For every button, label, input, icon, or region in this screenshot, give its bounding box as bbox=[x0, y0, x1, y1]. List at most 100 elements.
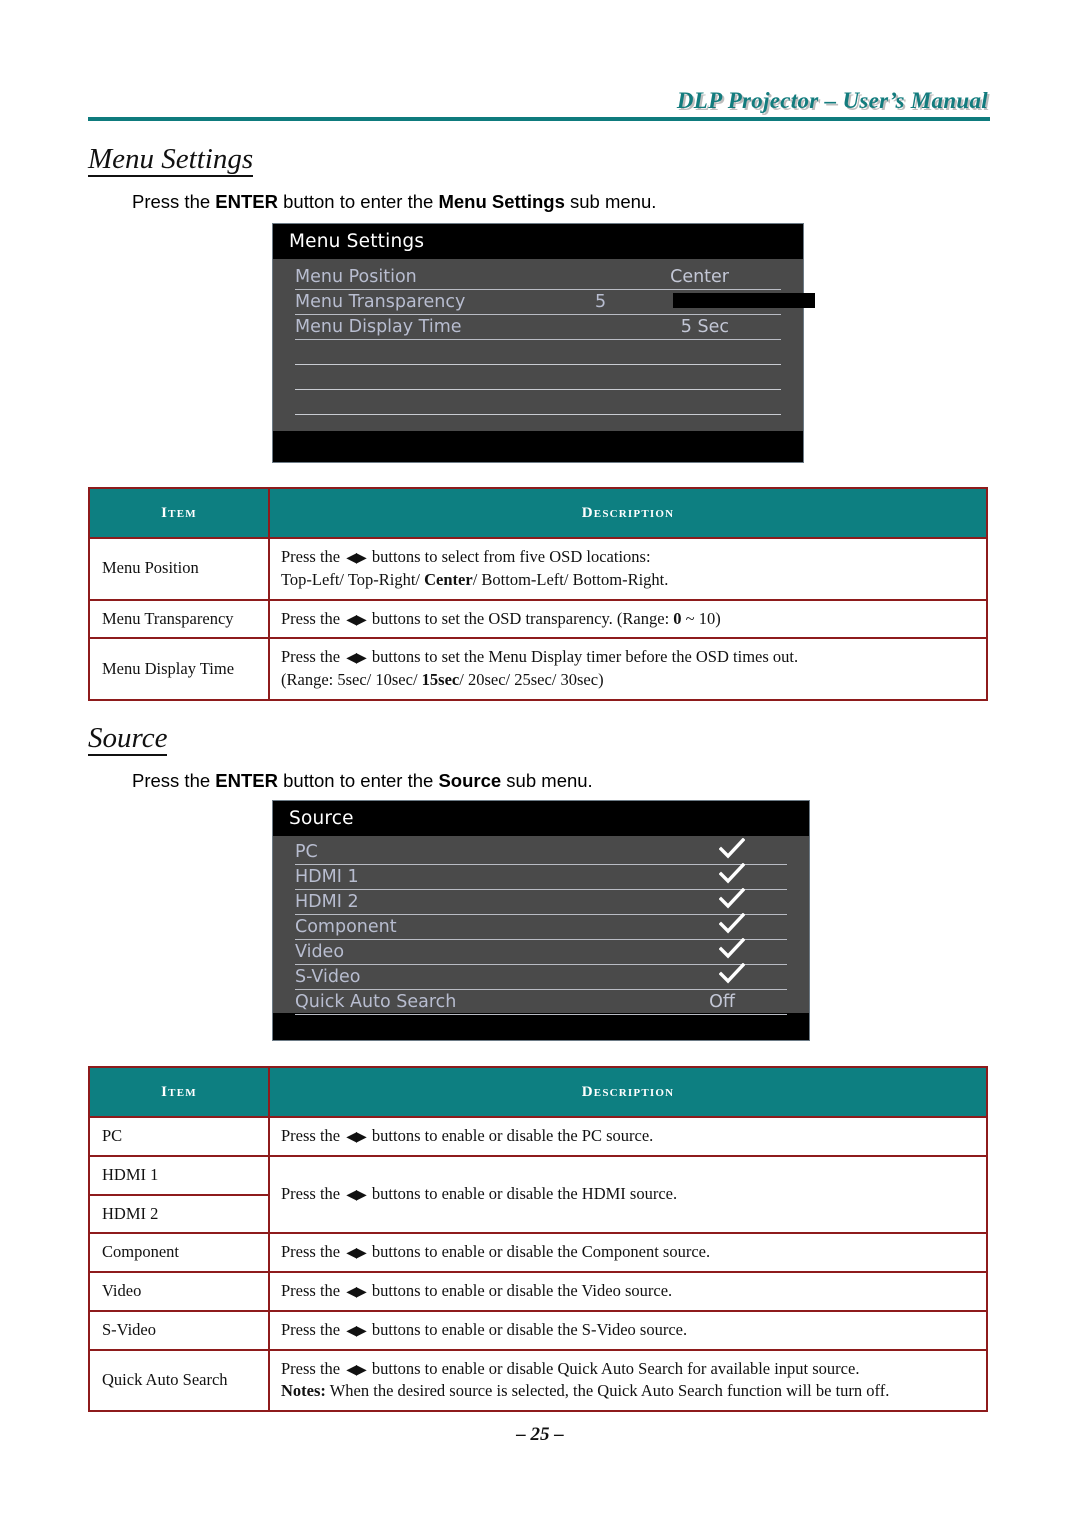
table-cell-item: Menu Position bbox=[88, 537, 270, 601]
table-cell-item: PC bbox=[88, 1116, 270, 1157]
table-cell-description: Press the ◀▶ buttons to set the OSD tran… bbox=[268, 598, 988, 640]
osd-label-menu-display-time: Menu Display Time bbox=[295, 317, 462, 337]
left-right-arrows-icon: ◀▶ bbox=[346, 611, 367, 628]
table-header-item-label: Item bbox=[161, 1083, 197, 1100]
intro-middle: button to enter the bbox=[278, 191, 439, 212]
intro-suffix: sub menu. bbox=[564, 191, 657, 212]
table-header-description: Description bbox=[268, 487, 988, 539]
table-cell-description: Press the ◀▶ buttons to select from five… bbox=[268, 537, 988, 601]
left-right-arrows-icon: ◀▶ bbox=[346, 1245, 367, 1262]
table-cell-item: HDMI 2 bbox=[88, 1193, 270, 1235]
osd-label-s-video: S-Video bbox=[295, 967, 361, 987]
desc-line: Press the ◀▶ buttons to set the OSD tran… bbox=[281, 608, 721, 628]
left-right-arrows-icon: ◀▶ bbox=[346, 650, 367, 667]
table-header-item-label: Item bbox=[161, 504, 197, 521]
check-icon bbox=[719, 863, 745, 885]
osd-row-component[interactable]: Component bbox=[295, 913, 787, 940]
table-cell-item: S-Video bbox=[88, 1309, 270, 1351]
intro-menu-settings: Press the ENTER button to enter the Menu… bbox=[132, 191, 656, 213]
table-row: PC Press the ◀▶ buttons to enable or dis… bbox=[88, 1116, 988, 1157]
table-row: Component Press the ◀▶ buttons to enable… bbox=[88, 1232, 988, 1274]
left-right-arrows-icon: ◀▶ bbox=[346, 1129, 367, 1145]
osd-row-menu-position[interactable]: Menu Position Center bbox=[295, 265, 781, 290]
table-header-description: Description bbox=[268, 1066, 988, 1118]
osd-value-quick-auto-search: Off bbox=[709, 992, 735, 1012]
osd-row-blank-3 bbox=[295, 390, 781, 415]
left-right-arrows-icon: ◀▶ bbox=[346, 1284, 367, 1301]
table-cell-description: Press the ◀▶ buttons to enable or disabl… bbox=[268, 1309, 988, 1351]
intro-key: ENTER bbox=[215, 770, 278, 791]
osd-label-hdmi-2: HDMI 2 bbox=[295, 892, 359, 912]
osd-label-menu-transparency: Menu Transparency bbox=[295, 292, 466, 312]
page-number: – 25 – bbox=[516, 1424, 564, 1445]
table-row: S-Video Press the ◀▶ buttons to enable o… bbox=[88, 1309, 988, 1351]
osd-titlebar: Source bbox=[273, 801, 809, 836]
osd-label-component: Component bbox=[295, 917, 397, 937]
osd-value-menu-position: Center bbox=[670, 267, 729, 287]
header-rule bbox=[88, 117, 990, 121]
manual-title: DLP Projector – User’s Manual bbox=[676, 88, 988, 113]
notes-label: Notes: bbox=[281, 1381, 326, 1401]
intro-prefix: Press the bbox=[132, 191, 216, 212]
desc-line: Press the ◀▶ buttons to select from five… bbox=[281, 547, 651, 566]
table-row: Menu Display Time Press the ◀▶ buttons t… bbox=[88, 637, 988, 701]
intro-prefix: Press the bbox=[132, 770, 216, 791]
osd-row-quick-auto-search[interactable]: Quick Auto Search Off bbox=[295, 990, 787, 1015]
manual-page: DLP Projector – User’s Manual Menu Setti… bbox=[0, 0, 1080, 1528]
intro-target: Source bbox=[438, 770, 502, 791]
table-header-item: Item bbox=[88, 1066, 270, 1118]
check-icon bbox=[719, 963, 745, 985]
desc-line: Press the ◀▶ buttons to enable or disabl… bbox=[281, 1358, 860, 1378]
section-heading-menu-settings: Menu Settings bbox=[88, 144, 254, 178]
table-row: Menu Position Press the ◀▶ buttons to se… bbox=[88, 537, 988, 601]
intro-middle: button to enter the bbox=[278, 770, 439, 791]
check-icon bbox=[719, 913, 745, 935]
osd-label-video: Video bbox=[295, 942, 345, 962]
table-header-row: Item Description bbox=[88, 1066, 988, 1118]
desc-line: Press the ◀▶ buttons to set the Menu Dis… bbox=[281, 647, 799, 667]
osd-transparency-slider[interactable] bbox=[673, 293, 815, 308]
table-header-item: Item bbox=[88, 487, 270, 539]
osd-title: Menu Settings bbox=[289, 231, 425, 252]
osd-row-menu-display-time[interactable]: Menu Display Time 5 Sec bbox=[295, 315, 781, 340]
desc-line: Top-Left/ Top-Right/ Center/ Bottom-Left… bbox=[281, 569, 669, 589]
osd-label-hdmi-1: HDMI 1 bbox=[295, 867, 359, 887]
osd-footer bbox=[273, 1013, 809, 1040]
osd-titlebar: Menu Settings bbox=[273, 224, 803, 259]
osd-source: Source PC HDMI 1 HDMI 2 Component Video … bbox=[272, 800, 810, 1041]
table-cell-item: Video bbox=[88, 1271, 270, 1312]
table-cell-item: Menu Transparency bbox=[88, 598, 270, 640]
intro-suffix: sub menu. bbox=[501, 770, 593, 791]
osd-row-hdmi-1[interactable]: HDMI 1 bbox=[295, 863, 787, 890]
intro-key: ENTER bbox=[215, 191, 278, 212]
osd-row-pc[interactable]: PC bbox=[295, 838, 787, 865]
left-right-arrows-icon: ◀▶ bbox=[346, 1361, 367, 1378]
left-right-arrows-icon: ◀▶ bbox=[346, 1187, 367, 1204]
check-icon bbox=[719, 888, 745, 910]
osd-label-menu-position: Menu Position bbox=[295, 267, 417, 287]
table-cell-description: Press the ◀▶ buttons to enable or disabl… bbox=[268, 1116, 988, 1157]
table-cell-item: Quick Auto Search bbox=[88, 1348, 270, 1413]
table-row: Menu Transparency Press the ◀▶ buttons t… bbox=[88, 598, 988, 640]
desc-line: (Range: 5sec/ 10sec/ 15sec/ 20sec/ 25sec… bbox=[281, 670, 604, 690]
osd-row-video[interactable]: Video bbox=[295, 938, 787, 965]
osd-value-menu-transparency: 5 bbox=[595, 292, 607, 312]
osd-label-quick-auto-search: Quick Auto Search bbox=[295, 992, 457, 1012]
left-right-arrows-icon: ◀▶ bbox=[346, 1322, 367, 1339]
intro-source: Press the ENTER button to enter the Sour… bbox=[132, 770, 593, 792]
osd-menu-settings: Menu Settings Menu Position Center Menu … bbox=[272, 223, 815, 463]
osd-row-s-video[interactable]: S-Video bbox=[295, 963, 787, 990]
table-row: Quick Auto Search Press the ◀▶ buttons t… bbox=[88, 1348, 988, 1413]
check-icon bbox=[719, 838, 745, 860]
intro-target: Menu Settings bbox=[438, 191, 565, 212]
left-right-arrows-icon: ◀▶ bbox=[346, 550, 367, 566]
osd-row-menu-transparency[interactable]: Menu Transparency 5 bbox=[295, 290, 815, 315]
table-menu-settings: Item Description Menu Position Press the… bbox=[88, 487, 988, 701]
osd-row-hdmi-2[interactable]: HDMI 2 bbox=[295, 888, 787, 915]
section-heading-source: Source bbox=[88, 723, 168, 757]
osd-title: Source bbox=[289, 808, 354, 829]
table-header-row: Item Description bbox=[88, 487, 988, 539]
table-cell-item: Component bbox=[88, 1232, 270, 1274]
osd-label-pc: PC bbox=[295, 842, 318, 862]
osd-row-blank-1 bbox=[295, 340, 781, 365]
